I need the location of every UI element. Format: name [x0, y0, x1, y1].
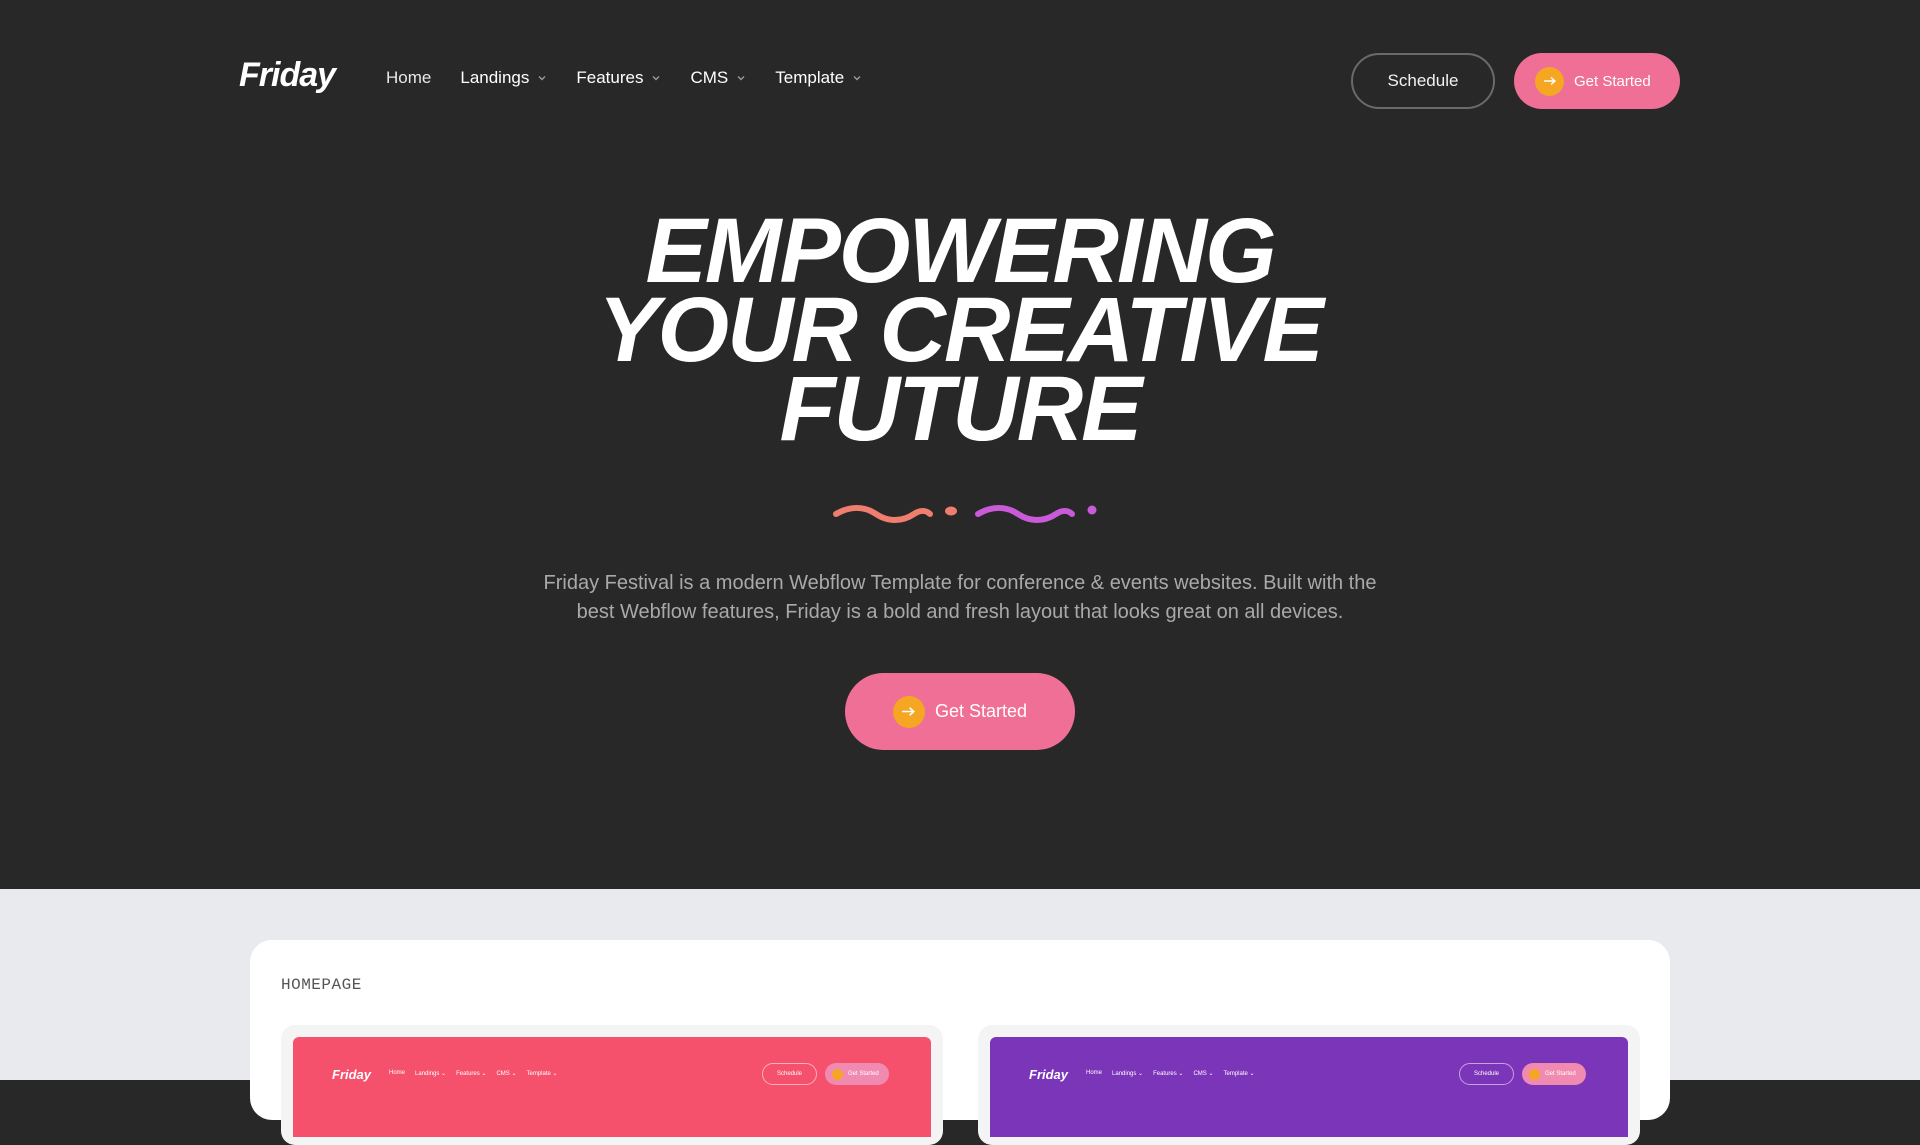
thumbnail-nav-item: Features ⌄: [1153, 1071, 1184, 1077]
hero-headline: EMPOWERING YOUR CREATIVE FUTURE: [0, 205, 1920, 460]
arrow-right-icon: [1529, 1068, 1540, 1080]
headline-line: FUTURE: [779, 358, 1142, 460]
homepage-thumbnail[interactable]: Friday Home Landings ⌄ Features ⌄ CMS ⌄ …: [978, 1025, 1640, 1145]
thumbnail-nav-item: Landings ⌄: [1112, 1071, 1144, 1077]
brand-logo[interactable]: Friday: [239, 56, 336, 95]
thumbnail-get-started-button: Get Started: [825, 1063, 889, 1085]
main-nav: Home Landings Features CMS Template: [386, 68, 891, 88]
nav-item-template[interactable]: Template: [775, 68, 862, 88]
thumbnail-nav-item: Home: [1086, 1070, 1103, 1076]
thumbnail-nav: Home Landings ⌄ Features ⌄ CMS ⌄ Templat…: [1086, 1070, 1255, 1077]
get-started-button[interactable]: Get Started: [1514, 53, 1680, 109]
thumbnail-get-started-button: Get Started: [1522, 1063, 1586, 1085]
hero-description: Friday Festival is a modern Webflow Temp…: [543, 572, 1377, 623]
nav-item-label: Template: [775, 68, 845, 87]
chevron-down-icon: [537, 73, 547, 83]
arrow-right-icon: [892, 695, 925, 728]
nav-item-label: Features: [576, 68, 644, 87]
arrow-right-icon: [1535, 66, 1564, 96]
thumbnail-preview: Friday Home Landings ⌄ Features ⌄ CMS ⌄ …: [293, 1037, 931, 1137]
homepage-card: HOMEPAGE Friday Home Landings ⌄ Features…: [250, 940, 1670, 1145]
chevron-down-icon: [852, 73, 862, 83]
thumbnail-schedule-button: Schedule: [1459, 1063, 1514, 1085]
thumbnail-nav-item: Features ⌄: [456, 1071, 487, 1077]
homepage-thumbnail[interactable]: Friday Home Landings ⌄ Features ⌄ CMS ⌄ …: [281, 1025, 943, 1145]
nav-item-label: Landings: [460, 68, 530, 87]
thumbnail-nav-item: Template ⌄: [1223, 1071, 1255, 1077]
nav-item-cms[interactable]: CMS: [690, 68, 746, 88]
chevron-down-icon: [736, 73, 746, 83]
thumbnail-nav-item: Landings ⌄: [415, 1071, 447, 1077]
thumbnail-schedule-button: Schedule: [762, 1063, 817, 1085]
hero-get-started-label: Get Started: [934, 701, 1028, 721]
squiggle-decoration: [833, 505, 1097, 523]
hero-section: Friday Home Landings Features CMS Templa…: [0, 0, 1920, 889]
schedule-button[interactable]: Schedule: [1351, 53, 1495, 109]
nav-item-home[interactable]: Home: [386, 68, 431, 88]
nav-item-label: Home: [386, 68, 432, 87]
thumbnail-nav-item: CMS ⌄: [496, 1071, 517, 1077]
thumbnail-nav-item: Template ⌄: [526, 1071, 558, 1077]
thumbnail-preview: Friday Home Landings ⌄ Features ⌄ CMS ⌄ …: [990, 1037, 1628, 1137]
nav-item-features[interactable]: Features: [576, 68, 661, 88]
thumbnail-get-started-label: Get Started: [848, 1071, 879, 1077]
nav-item-landings[interactable]: Landings: [460, 68, 547, 88]
card-title: HOMEPAGE: [281, 976, 362, 994]
chevron-down-icon: [651, 73, 661, 83]
thumbnail-nav: Home Landings ⌄ Features ⌄ CMS ⌄ Templat…: [389, 1070, 558, 1077]
thumbnail-nav-item: CMS ⌄: [1193, 1071, 1214, 1077]
nav-item-label: CMS: [690, 68, 729, 87]
hero-get-started-button[interactable]: Get Started: [845, 673, 1075, 750]
thumbnail-nav-item: Home: [389, 1070, 406, 1076]
arrow-right-icon: [832, 1068, 843, 1080]
get-started-label: Get Started: [1574, 72, 1651, 90]
thumbnail-get-started-label: Get Started: [1545, 1071, 1576, 1077]
